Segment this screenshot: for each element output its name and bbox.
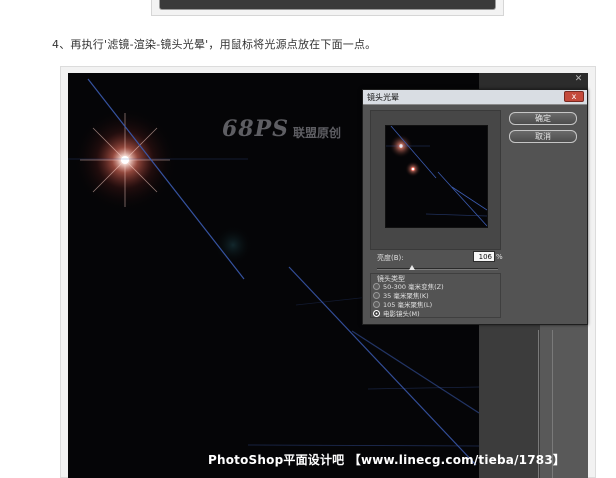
lens-option-movie[interactable]: 电影镜头(M) [373, 309, 420, 319]
preview-artwork [386, 126, 487, 227]
flare-center-crosshair [411, 167, 415, 171]
cancel-button[interactable]: 取消 [509, 130, 577, 143]
watermark-subtitle: 联盟原创 [293, 126, 342, 140]
lens-flare-core [121, 156, 129, 164]
brightness-unit: % [496, 253, 503, 261]
radio-105[interactable] [373, 300, 380, 308]
photoshop-close-icon[interactable]: ✕ [573, 75, 584, 84]
watermark-logo: 68PS [222, 116, 290, 142]
step-instruction: 4、再执行'滤镜-渲染-镜头光晕'，用鼠标将光源点放在下面一点。 [52, 38, 377, 51]
lens-option-label: 35 毫米聚焦(K) [383, 292, 429, 300]
brightness-slider[interactable] [377, 268, 498, 270]
lens-flare-dialog: 镜头光晕 x 确定 取消 亮度(B): 106 % 镜头类型 50-300 毫米… [362, 89, 588, 325]
previous-image-frame [151, 0, 504, 16]
radio-35[interactable] [373, 291, 380, 299]
photoshop-titlebar [479, 73, 588, 89]
brightness-input[interactable]: 106 [473, 251, 495, 262]
lens-option-label: 50-300 毫米变焦(Z) [383, 283, 444, 291]
lens-option-label: 105 毫米聚焦(L) [383, 301, 433, 309]
lens-option-label: 电影镜头(M) [383, 310, 420, 318]
flare-preview-panel [370, 110, 501, 250]
lens-option-105[interactable]: 105 毫米聚焦(L) [373, 300, 433, 310]
footer-caption: PhotoShop平面设计吧 【www.linecg.com/tieba/178… [208, 453, 566, 467]
radio-50-300[interactable] [373, 282, 380, 290]
lens-option-50-300[interactable]: 50-300 毫米变焦(Z) [373, 282, 444, 292]
dialog-title: 镜头光晕 [367, 93, 399, 102]
radio-movie-prime[interactable] [373, 309, 380, 317]
brightness-label: 亮度(B): [377, 254, 404, 262]
flare-preview-image[interactable] [385, 125, 488, 228]
previous-image [159, 0, 496, 10]
ok-button[interactable]: 确定 [509, 112, 577, 125]
dialog-titlebar[interactable]: 镜头光晕 x [363, 90, 587, 105]
lens-option-35[interactable]: 35 毫米聚焦(K) [373, 291, 429, 301]
flare-ghost [213, 225, 253, 265]
brightness-slider-thumb[interactable] [409, 265, 415, 270]
dialog-close-button[interactable]: x [564, 91, 584, 102]
